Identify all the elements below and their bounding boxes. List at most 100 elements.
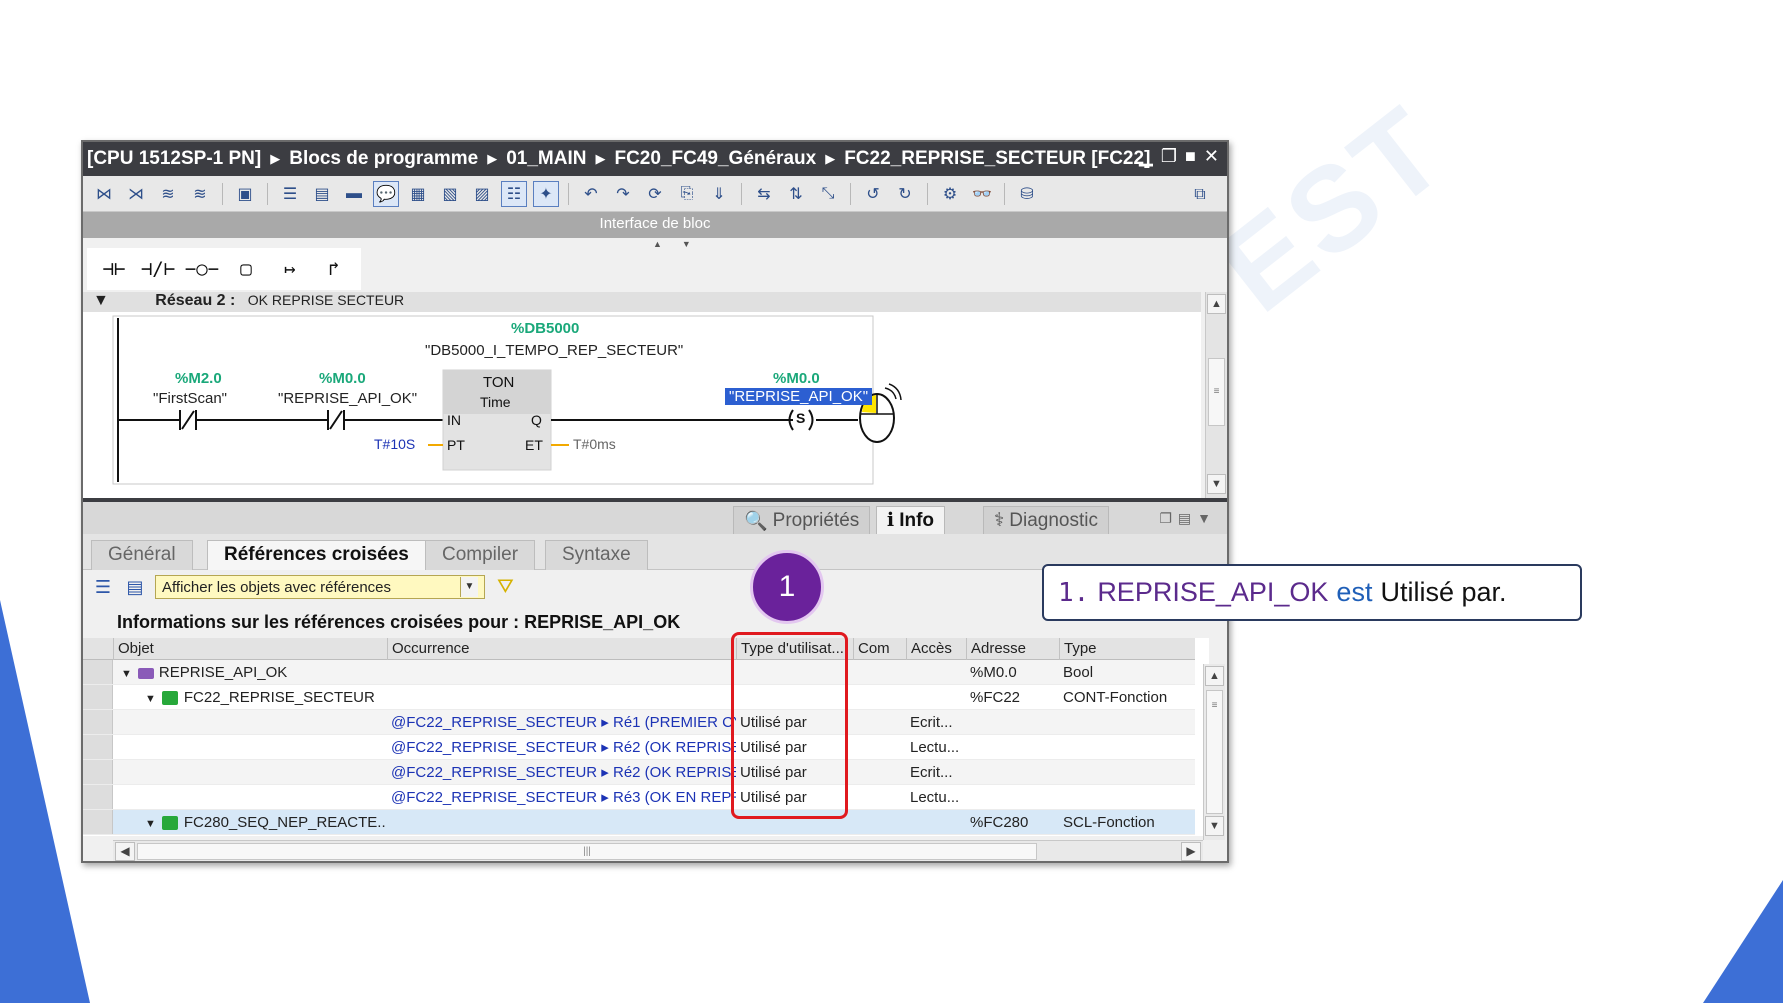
- close-branch-icon[interactable]: ↱: [313, 252, 355, 286]
- row-header[interactable]: [83, 735, 113, 759]
- close-networks-icon[interactable]: ▤: [309, 181, 335, 207]
- expand-triangle-icon[interactable]: ▼: [121, 668, 132, 680]
- scroll-right-icon[interactable]: ▶: [1181, 842, 1201, 861]
- tab-references-croisees[interactable]: Références croisées: [207, 540, 426, 570]
- detach-icon[interactable]: ⧉: [1187, 182, 1213, 208]
- crumb-main[interactable]: 01_MAIN: [506, 148, 586, 170]
- database-icon[interactable]: ⛁: [1014, 181, 1040, 207]
- coil-icon[interactable]: −○−: [181, 252, 223, 286]
- crumb-cpu[interactable]: [CPU 1512SP-1 PN]: [87, 148, 261, 170]
- network-list-icon[interactable]: ☷: [501, 180, 527, 207]
- table-row[interactable]: ▼ REPRISE_API_OK %M0.0 Bool: [83, 660, 1195, 685]
- timer-type[interactable]: TON: [483, 374, 514, 391]
- wiring-icon[interactable]: ⤡: [815, 181, 841, 207]
- filter-funnel-icon[interactable]: ⛛: [497, 576, 514, 599]
- row-header[interactable]: [83, 810, 113, 834]
- compare-icon[interactable]: ⇆: [751, 181, 777, 207]
- network-header[interactable]: ▼ Réseau 2 : OK REPRISE SECTEUR: [83, 292, 1201, 312]
- tab-info[interactable]: ℹ Info: [876, 506, 946, 534]
- open-networks-icon[interactable]: ☰: [277, 181, 303, 207]
- row-header[interactable]: [83, 760, 113, 784]
- monitor-icon[interactable]: ↺: [860, 181, 886, 207]
- et-value[interactable]: T#0ms: [573, 436, 616, 452]
- tab-general[interactable]: Général: [91, 540, 193, 570]
- operand-display-icon[interactable]: ▦: [405, 181, 431, 207]
- glasses-icon[interactable]: 👓: [969, 181, 995, 207]
- nc-contact-icon[interactable]: ⊣/⊢: [137, 252, 179, 286]
- append-row-icon[interactable]: ≋: [187, 181, 213, 207]
- table-row[interactable]: @FC22_REPRISE_SECTEUR ▸ Ré3 (OK EN REPRI…: [83, 785, 1195, 810]
- favorites-bar-icon[interactable]: ✦: [533, 180, 559, 207]
- col-type[interactable]: Type: [1059, 638, 1195, 660]
- no-contact-icon[interactable]: ⊣⊢: [93, 252, 135, 286]
- chevron-down-icon[interactable]: ▼: [460, 577, 478, 597]
- scroll-up-icon[interactable]: ▲: [1205, 666, 1224, 686]
- table-row[interactable]: ▼ FC22_REPRISE_SECTEUR %FC22 CONT-Fonctio…: [83, 685, 1195, 710]
- filter-select[interactable]: Afficher les objets avec références ▼: [155, 575, 485, 599]
- close-icon[interactable]: ✕: [1204, 146, 1219, 167]
- contact1-name[interactable]: "FirstScan": [153, 390, 227, 407]
- favorites-icon[interactable]: ▬: [341, 181, 367, 207]
- open-branch-icon[interactable]: ↦: [269, 252, 311, 286]
- scroll-left-icon[interactable]: ◀: [115, 842, 135, 861]
- next-error-icon[interactable]: ↷: [610, 181, 636, 207]
- tab-compiler[interactable]: Compiler: [425, 540, 536, 570]
- scroll-down-icon[interactable]: ▼: [1205, 816, 1224, 836]
- block-interface-bar[interactable]: Interface de bloc ▲▼: [83, 212, 1227, 249]
- minimize-icon[interactable]: ▁: [1139, 146, 1153, 167]
- table-row[interactable]: @FC22_REPRISE_SECTEUR ▸ Ré2 (OK REPRISE …: [83, 760, 1195, 785]
- contact2-name[interactable]: "REPRISE_API_OK": [278, 390, 417, 407]
- insert-row-icon[interactable]: ≋: [155, 181, 181, 207]
- tab-syntaxe[interactable]: Syntaxe: [545, 540, 648, 570]
- table-row[interactable]: ▼ FC280_SEQ_NEP_REACTE... %FC280 SCL-Fonc…: [83, 810, 1195, 835]
- inspector-window-controls[interactable]: ❐▤▼: [1159, 510, 1217, 527]
- row-header[interactable]: [83, 785, 113, 809]
- row-header[interactable]: [83, 685, 113, 709]
- insert-network-icon[interactable]: ⋈: [91, 181, 117, 207]
- scroll-thumb[interactable]: ≡: [1206, 690, 1223, 814]
- coil-name-selected[interactable]: "REPRISE_API_OK": [725, 388, 873, 405]
- network-comment[interactable]: OK REPRISE SECTEUR: [248, 292, 404, 308]
- row-header[interactable]: [83, 660, 113, 684]
- cell-occurrence-link[interactable]: @FC22_REPRISE_SECTEUR ▸ Ré3 (OK EN REPRI…: [387, 785, 736, 810]
- comments-icon[interactable]: 💬: [373, 180, 399, 207]
- tag-info-icon[interactable]: ▨: [469, 181, 495, 207]
- modify-icon[interactable]: ↻: [892, 181, 918, 207]
- breakpoint-icon[interactable]: ⚙: [937, 181, 963, 207]
- tab-diagnostic[interactable]: ⚕ Diagnostic: [983, 506, 1109, 534]
- previous-error-icon[interactable]: ↶: [578, 181, 604, 207]
- download-icon[interactable]: ⇓: [706, 181, 732, 207]
- scroll-down-icon[interactable]: ▼: [1207, 474, 1226, 494]
- editor-vertical-scrollbar[interactable]: ▲ ≡ ▼: [1205, 292, 1227, 498]
- col-occurrence[interactable]: Occurrence: [387, 638, 736, 660]
- col-type-utilisation[interactable]: Type d'utilisat...: [736, 638, 853, 660]
- col-objet[interactable]: Objet: [113, 638, 413, 660]
- operand-info-icon[interactable]: ▧: [437, 181, 463, 207]
- table-vertical-scrollbar[interactable]: ▲ ≡ ▼: [1203, 664, 1225, 840]
- maximize-icon[interactable]: ■: [1185, 146, 1196, 167]
- cell-occurrence-link[interactable]: @FC22_REPRISE_SECTEUR ▸ Ré2 (OK REPRISE …: [387, 760, 736, 785]
- tab-proprietes[interactable]: 🔍 Propriétés: [733, 506, 871, 534]
- restore-icon[interactable]: ❐: [1161, 146, 1177, 167]
- collapse-triangle-icon[interactable]: ▼: [93, 292, 109, 309]
- sort-icon[interactable]: ⇅: [783, 181, 809, 207]
- timer-subtype[interactable]: Time: [480, 394, 511, 410]
- delete-network-icon[interactable]: ⋊: [123, 181, 149, 207]
- expand-triangle-icon[interactable]: ▼: [145, 818, 156, 830]
- expand-all-icon[interactable]: ☰: [91, 576, 115, 598]
- table-row[interactable]: @FC22_REPRISE_SECTEUR ▸ Ré2 (OK REPRISE …: [83, 735, 1195, 760]
- cell-occurrence-link[interactable]: @FC22_REPRISE_SECTEUR ▸ Ré1 (PREMIER CY.…: [387, 710, 736, 735]
- scroll-thumb[interactable]: ≡: [1208, 358, 1225, 426]
- collapse-all-icon[interactable]: ▤: [123, 576, 147, 598]
- col-com[interactable]: Com: [853, 638, 906, 660]
- crumb-block[interactable]: FC22_REPRISE_SECTEUR [FC22]: [844, 148, 1150, 170]
- cell-occurrence-link[interactable]: @FC22_REPRISE_SECTEUR ▸ Ré2 (OK REPRISE …: [387, 735, 736, 760]
- pt-value[interactable]: T#10S: [374, 436, 415, 452]
- db-name[interactable]: "DB5000_I_TEMPO_REP_SECTEUR": [425, 342, 683, 359]
- table-row[interactable]: @FC22_REPRISE_SECTEUR ▸ Ré1 (PREMIER CY.…: [83, 710, 1195, 735]
- crumb-group[interactable]: FC20_FC49_Généraux: [614, 148, 816, 170]
- scroll-thumb[interactable]: |||: [137, 843, 1037, 860]
- snapshot-icon[interactable]: ⎘: [674, 181, 700, 207]
- col-adresse[interactable]: Adresse: [966, 638, 1059, 660]
- table-horizontal-scrollbar[interactable]: ◀ ||| ▶: [113, 840, 1203, 861]
